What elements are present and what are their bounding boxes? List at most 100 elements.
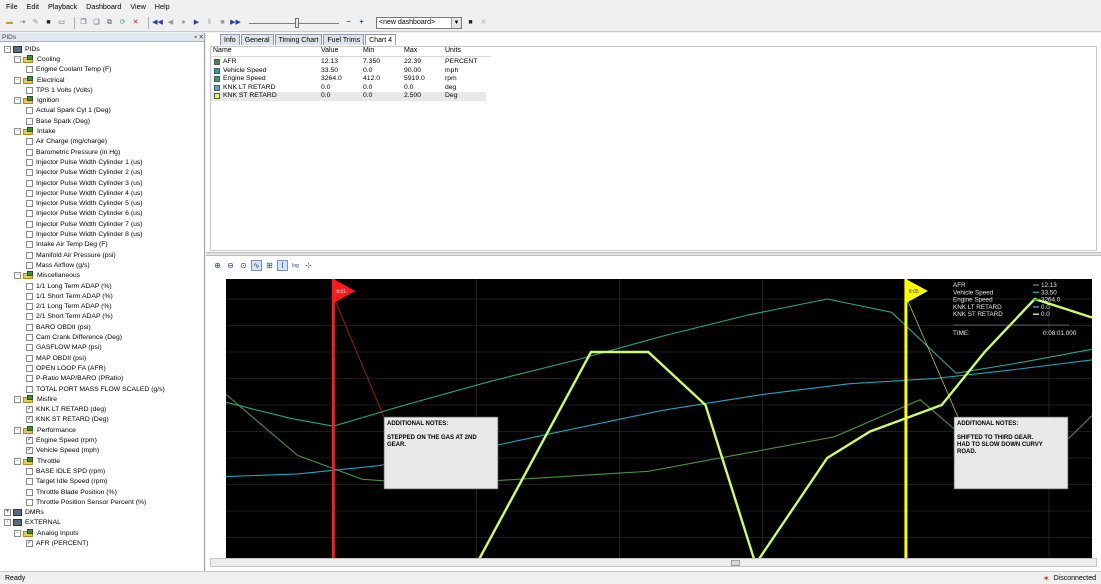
checkbox[interactable]: [26, 158, 33, 166]
grid-header-min[interactable]: Min: [363, 47, 374, 56]
tree-item[interactable]: Injector Pulse Width Cylinder 8 (us): [26, 229, 143, 239]
checkbox[interactable]: [26, 385, 33, 393]
tree-item[interactable]: ✓ KNK LT RETARD (deg): [26, 405, 106, 415]
chevron-down-icon[interactable]: ▼: [451, 17, 461, 28]
tree-folder[interactable]: - Miscellaneous: [14, 271, 80, 281]
checkbox[interactable]: [26, 344, 33, 352]
tree-item[interactable]: Throttle Position Sensor Percent (%): [26, 497, 146, 507]
checkbox[interactable]: [26, 220, 33, 228]
tab-fuel-trims[interactable]: Fuel Trims: [323, 34, 365, 45]
scroll-thumb[interactable]: [731, 560, 740, 566]
tree-root[interactable]: - PIDs: [4, 44, 40, 54]
transfer-icon[interactable]: ⧉: [105, 18, 114, 27]
tree-item[interactable]: ✓ KNK ST RETARD (Deg): [26, 415, 109, 425]
collapse-icon[interactable]: -: [4, 45, 11, 53]
tree-item[interactable]: Injector Pulse Width Cylinder 3 (us): [26, 178, 143, 188]
refresh-icon[interactable]: ⟳: [118, 18, 127, 27]
tree-item[interactable]: TPS 1 Volts (Volts): [26, 85, 93, 95]
checkbox[interactable]: [26, 251, 33, 259]
tree-item[interactable]: Actual Spark Cyl 1 (Deg): [26, 106, 111, 116]
checkbox[interactable]: [26, 334, 33, 342]
zoom-in-icon[interactable]: ⊕: [212, 260, 223, 271]
fast-forward-icon[interactable]: ▶▶: [230, 18, 241, 27]
tree-item[interactable]: TOTAL PORT MASS FLOW SCALED (g/s): [26, 384, 165, 394]
checkbox[interactable]: [26, 148, 33, 156]
menu-dashboard[interactable]: Dashboard: [86, 2, 121, 11]
checkbox[interactable]: [26, 364, 33, 372]
tree-item[interactable]: ✓ Vehicle Speed (mph): [26, 446, 99, 456]
rewind-icon[interactable]: ◀: [166, 18, 175, 27]
menu-edit[interactable]: Edit: [27, 2, 39, 11]
play-icon[interactable]: ▶: [192, 18, 201, 27]
collapse-icon[interactable]: -: [14, 76, 21, 84]
checkbox[interactable]: [26, 169, 33, 177]
delete-icon[interactable]: ✕: [131, 18, 140, 27]
tree-item[interactable]: GASFLOW MAP (psi): [26, 343, 102, 353]
menu-help[interactable]: Help: [155, 2, 170, 11]
fast-rewind-icon[interactable]: ◀◀: [152, 18, 163, 27]
checkbox-checked[interactable]: ✓: [26, 540, 33, 548]
tree-item[interactable]: Injector Pulse Width Cylinder 1 (us): [26, 157, 143, 167]
grid-header-name[interactable]: Name: [213, 47, 232, 56]
checkbox[interactable]: [26, 282, 33, 290]
plus-icon[interactable]: +: [357, 18, 366, 27]
tree-item[interactable]: 1/1 Long Term ADAP (%): [26, 281, 112, 291]
checkbox[interactable]: [26, 498, 33, 506]
tree-item[interactable]: BASE IDLE SPD (rpm): [26, 466, 105, 476]
collapse-icon[interactable]: -: [14, 272, 21, 280]
grid-header-units[interactable]: Units: [445, 47, 461, 56]
collapse-icon[interactable]: -: [14, 128, 21, 136]
tree-item[interactable]: 1/1 Short Term ADAP (%): [26, 291, 113, 301]
checkbox[interactable]: [26, 323, 33, 331]
record-icon[interactable]: ●: [179, 18, 188, 27]
paste-icon[interactable]: ❏: [92, 18, 101, 27]
tree-item[interactable]: BARO OBDII (psi): [26, 322, 91, 332]
checkbox[interactable]: [26, 138, 33, 146]
tree-item[interactable]: Injector Pulse Width Cylinder 5 (us): [26, 199, 143, 209]
checkbox[interactable]: [26, 117, 33, 125]
import-icon[interactable]: ⇥: [18, 18, 27, 27]
checkbox-checked[interactable]: ✓: [26, 447, 33, 455]
collapse-icon[interactable]: -: [14, 426, 21, 434]
grid-row[interactable]: KNK LT RETARD 0.0 0.0 0.0 deg: [211, 84, 486, 93]
tab-chart-4[interactable]: Chart 4: [365, 34, 397, 45]
expand-icon[interactable]: +: [4, 509, 11, 517]
checkbox[interactable]: [26, 354, 33, 362]
grid-row[interactable]: AFR 12.13 7.350 22.39 PERCENT: [211, 58, 486, 67]
collapse-icon[interactable]: -: [14, 55, 21, 63]
tree-root[interactable]: - EXTERNAL: [4, 518, 61, 528]
pause-icon[interactable]: ‖: [205, 18, 214, 27]
tree-item[interactable]: Throttle Blade Position (%): [26, 487, 117, 497]
tree-folder[interactable]: - Cooling: [14, 54, 60, 64]
checkbox[interactable]: [26, 189, 33, 197]
tree-item[interactable]: P-Ratio MAP/BARO (PRatio): [26, 374, 123, 384]
checkbox[interactable]: [26, 210, 33, 218]
tree-item[interactable]: Injector Pulse Width Cylinder 7 (us): [26, 219, 143, 229]
tree-item[interactable]: Injector Pulse Width Cylinder 6 (us): [26, 209, 143, 219]
tree-root[interactable]: + DMRs: [4, 508, 44, 518]
checkbox[interactable]: [26, 261, 33, 269]
collapse-icon[interactable]: -: [14, 395, 21, 403]
checkbox[interactable]: [26, 478, 33, 486]
tree-item[interactable]: ✓ Engine Speed (rpm): [26, 435, 97, 445]
tree-item[interactable]: OPEN LOOP FA (AFR): [26, 363, 106, 373]
chart[interactable]: 00.10.20.30.40.50.60.70.80.918:018:028:0…: [226, 245, 1092, 558]
grid-row[interactable]: KNK ST RETARD 0.0 0.0 2.500 Deg: [211, 92, 486, 101]
tree-folder[interactable]: - Electrical: [14, 75, 65, 85]
tree-item[interactable]: Injector Pulse Width Cylinder 4 (us): [26, 188, 143, 198]
menu-file[interactable]: File: [6, 2, 18, 11]
menu-view[interactable]: View: [130, 2, 145, 11]
minus-icon[interactable]: −: [344, 18, 353, 27]
tree-folder[interactable]: - Intake: [14, 126, 56, 136]
tree-item[interactable]: Mass Airflow (g/s): [26, 260, 90, 270]
tree-item[interactable]: Engine Coolant Temp (F): [26, 65, 111, 75]
tree-item[interactable]: 2/1 Short Term ADAP (%): [26, 312, 113, 322]
tab-general[interactable]: General: [240, 34, 274, 45]
close-dashboard-icon[interactable]: ✕: [479, 18, 488, 27]
checkbox[interactable]: [26, 467, 33, 475]
checkbox[interactable]: [26, 86, 33, 94]
collapse-icon[interactable]: -: [14, 457, 21, 465]
checkbox[interactable]: [26, 488, 33, 496]
tree-item[interactable]: Cam Crank Difference (Deg): [26, 332, 122, 342]
tree-item[interactable]: Injector Pulse Width Cylinder 2 (us): [26, 168, 143, 178]
